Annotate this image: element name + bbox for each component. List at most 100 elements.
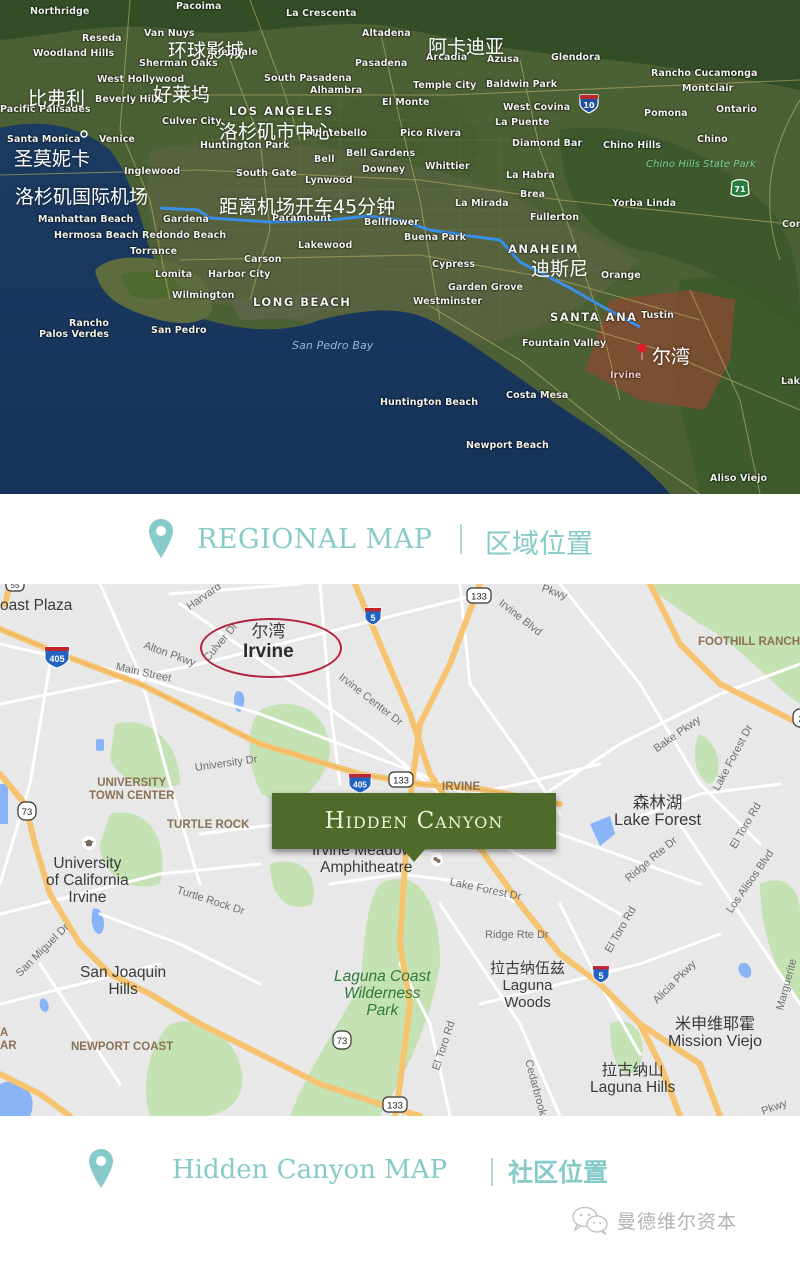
place-label: Alhambra bbox=[310, 85, 363, 96]
place-label: Harbor City bbox=[208, 269, 271, 280]
place-label: Venice bbox=[99, 134, 135, 145]
community-map-title: Hidden Canyon MAP bbox=[172, 1155, 448, 1185]
place-label: Pico Rivera bbox=[400, 128, 462, 139]
header-divider bbox=[460, 524, 462, 554]
uci-label-line: Irvine bbox=[68, 889, 107, 906]
hollywood-cn-label: 好莱坞 bbox=[153, 84, 211, 106]
san-joaquin-hills-label: San Joaquin Hills bbox=[80, 964, 166, 998]
uci-label: University of California Irvine bbox=[46, 855, 129, 906]
laguna-woods-line: Woods bbox=[504, 994, 551, 1011]
place-label: Diamond Bar bbox=[512, 138, 583, 149]
regional-satellite-map[interactable]: 10 71 Northridge Pacoima La Crescenta Re… bbox=[0, 0, 800, 494]
place-label: Orange bbox=[601, 270, 641, 281]
svg-text:405: 405 bbox=[353, 781, 367, 790]
district-label-line: UNIVERSITY bbox=[97, 777, 167, 789]
place-label: Montclair bbox=[682, 83, 734, 94]
laguna-woods-label: 拉古纳伍兹 Laguna Woods bbox=[490, 960, 565, 1011]
community-road-map[interactable]: 405 405 5 5 133 133 133 73 73 55 2 bbox=[0, 584, 800, 1116]
district-label-line: A bbox=[0, 1027, 9, 1039]
place-label: Baldwin Park bbox=[486, 79, 558, 90]
place-label: LOS ANGELES bbox=[229, 104, 334, 118]
place-label: Carson bbox=[244, 254, 282, 265]
mission-viejo-en: Mission Viejo bbox=[668, 1033, 762, 1050]
watermark-text: 曼德维尔资本 bbox=[617, 1210, 738, 1233]
san-joaquin-line: San Joaquin bbox=[80, 964, 167, 981]
wechat-icon bbox=[572, 1206, 608, 1235]
lake-forest-label: 森林湖 Lake Forest bbox=[614, 795, 701, 829]
district-label: TURTLE ROCK bbox=[167, 819, 250, 831]
place-label: Downey bbox=[362, 164, 406, 175]
san-joaquin-line: Hills bbox=[108, 981, 138, 998]
place-label: Fullerton bbox=[530, 212, 580, 223]
place-label: Bell bbox=[314, 154, 335, 165]
svg-text:71: 71 bbox=[734, 185, 746, 194]
state-route-73-shield-icon: 73 bbox=[17, 801, 37, 821]
place-label: Garden Grove bbox=[448, 282, 524, 293]
district-label-line: TOWN CENTER bbox=[89, 790, 175, 802]
place-label: Tustin bbox=[641, 310, 675, 321]
community-map-title-cn: 社区位置 bbox=[508, 1158, 609, 1187]
place-label: Whittier bbox=[425, 161, 470, 172]
place-label: Rancho Cucamonga bbox=[651, 68, 758, 79]
place-label: South Gate bbox=[236, 168, 297, 179]
uci-label-line: University bbox=[53, 855, 122, 872]
place-label: La Habra bbox=[506, 170, 555, 181]
district-label: FOOTHILL RANCH bbox=[698, 636, 800, 648]
place-label: Ontario bbox=[716, 104, 757, 115]
svg-text:133: 133 bbox=[471, 592, 487, 603]
place-label: Corona bbox=[782, 219, 800, 230]
interstate-5-shield-icon: 5 bbox=[364, 607, 382, 626]
irvine-en-label: Irvine bbox=[243, 641, 294, 662]
place-label: West Covina bbox=[503, 102, 571, 113]
place-label: Lomita bbox=[155, 269, 193, 280]
lax-cn-label: 洛杉矶国际机场 bbox=[15, 186, 149, 208]
svg-text:5: 5 bbox=[370, 613, 375, 623]
irvine-cn-label: 尔湾 bbox=[652, 346, 691, 368]
regional-map-header: REGIONAL MAP 区域位置 bbox=[0, 494, 800, 584]
place-label: LONG BEACH bbox=[253, 295, 352, 309]
beverly-hills-cn-label: 比弗利 bbox=[28, 88, 86, 110]
place-label: Chino Hills bbox=[603, 140, 662, 151]
regional-map-title: REGIONAL MAP bbox=[197, 524, 433, 555]
svg-text:55: 55 bbox=[11, 584, 20, 590]
theatre-icon bbox=[431, 854, 443, 866]
place-label: Lakewood bbox=[298, 240, 353, 251]
universal-studios-cn-label: 环球影城 bbox=[168, 40, 245, 62]
park-label-line: Park bbox=[366, 1002, 399, 1019]
disney-cn-label: 迪斯尼 bbox=[531, 258, 589, 280]
hidden-canyon-marker[interactable]: Hidden Canyon bbox=[272, 793, 556, 849]
irvine-city-label[interactable]: 尔湾 Irvine bbox=[243, 622, 294, 662]
downtown-la-cn-label: 洛杉矶市中心 bbox=[219, 121, 334, 143]
santa-monica-cn-label: 圣莫妮卡 bbox=[14, 148, 91, 170]
place-label: Aliso Viejo bbox=[710, 473, 768, 484]
place-label: La Crescenta bbox=[286, 8, 357, 19]
water-label: San Pedro Bay bbox=[292, 339, 374, 352]
map-pin-icon bbox=[89, 1149, 113, 1188]
map-pin-icon bbox=[149, 519, 173, 558]
lake-forest-cn: 森林湖 bbox=[632, 794, 683, 812]
place-label: Cypress bbox=[432, 259, 476, 270]
state-route-133-shield-icon: 133 bbox=[382, 1096, 408, 1113]
header-divider bbox=[491, 1158, 493, 1186]
regional-map-title-cn: 区域位置 bbox=[485, 529, 593, 560]
interstate-405-shield-icon: 405 bbox=[348, 773, 372, 794]
place-label: Costa Mesa bbox=[506, 390, 569, 401]
place-label: Yorba Linda bbox=[612, 198, 677, 209]
place-label: Gardena bbox=[163, 214, 210, 225]
interstate-5-shield-icon: 5 bbox=[592, 965, 610, 984]
place-label: Bell Gardens bbox=[346, 148, 416, 159]
place-label: Pacoima bbox=[176, 1, 222, 12]
interstate-10-shield-icon: 10 bbox=[579, 94, 599, 114]
place-label: Culver City bbox=[162, 116, 222, 127]
place-label: South Pasadena bbox=[264, 73, 352, 84]
place-label: Inglewood bbox=[124, 166, 181, 177]
place-label: Altadena bbox=[362, 28, 411, 39]
place-label: Chino bbox=[697, 134, 728, 145]
place-label: Glendora bbox=[551, 52, 601, 63]
mission-viejo-label: 米申维耶霍 Mission Viejo bbox=[668, 1016, 762, 1050]
place-label: Westminster bbox=[413, 296, 483, 307]
laguna-woods-line: Laguna bbox=[502, 977, 553, 994]
laguna-coast-park-label: Laguna Coast Wilderness Park bbox=[334, 968, 431, 1019]
state-route-133-shield-icon: 133 bbox=[466, 587, 492, 604]
laguna-hills-label: 拉古纳山 Laguna Hills bbox=[590, 1062, 675, 1096]
